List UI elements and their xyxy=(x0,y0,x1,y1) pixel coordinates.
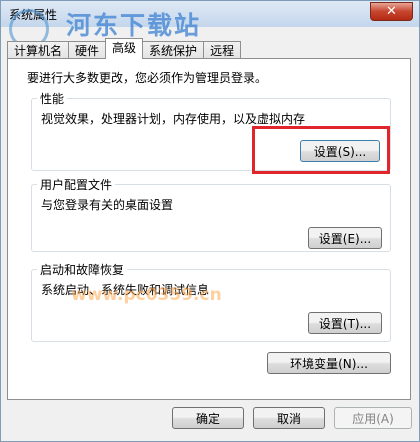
tab-strip: 计算机名 硬件 高级 系统保护 远程 xyxy=(7,38,242,59)
tab-hardware[interactable]: 硬件 xyxy=(68,41,107,59)
apply-button[interactable]: 应用(A) xyxy=(334,407,412,429)
admin-note: 要进行大多数更改，您必须作为管理员登录。 xyxy=(27,71,268,85)
tab-system-protection[interactable]: 系统保护 xyxy=(142,41,205,59)
performance-settings-button[interactable]: 设置(S)... xyxy=(300,140,380,162)
tab-computer-name[interactable]: 计算机名 xyxy=(7,41,70,59)
performance-description: 视觉效果，处理器计划，内存使用，以及虚拟内存 xyxy=(41,112,306,126)
watermark-site-name: 河东下载站 xyxy=(66,11,202,40)
title-bar: 系统属性 ✕ xyxy=(1,1,419,27)
user-profiles-title: 用户配置文件 xyxy=(37,176,116,193)
cancel-button[interactable]: 取消 xyxy=(253,407,325,429)
ok-button[interactable]: 确定 xyxy=(172,407,244,429)
startup-recovery-settings-button[interactable]: 设置(T)... xyxy=(308,312,382,334)
tab-remote[interactable]: 远程 xyxy=(203,41,242,59)
user-profiles-description: 与您登录有关的桌面设置 xyxy=(41,198,174,212)
performance-title: 性能 xyxy=(37,90,68,107)
system-properties-window: 系统属性 ✕ 河东下载站 计算机名 硬件 高级 系统保护 远程 要进行大多数更改… xyxy=(0,0,420,442)
startup-recovery-title: 启动和故障恢复 xyxy=(37,261,128,278)
user-profiles-settings-button[interactable]: 设置(E)... xyxy=(308,227,382,249)
environment-variables-button[interactable]: 环境变量(N)... xyxy=(267,352,391,374)
tab-advanced[interactable]: 高级 xyxy=(105,38,144,59)
close-button[interactable]: ✕ xyxy=(370,2,413,21)
watermark-url: www.pc0359.cn xyxy=(71,285,222,305)
